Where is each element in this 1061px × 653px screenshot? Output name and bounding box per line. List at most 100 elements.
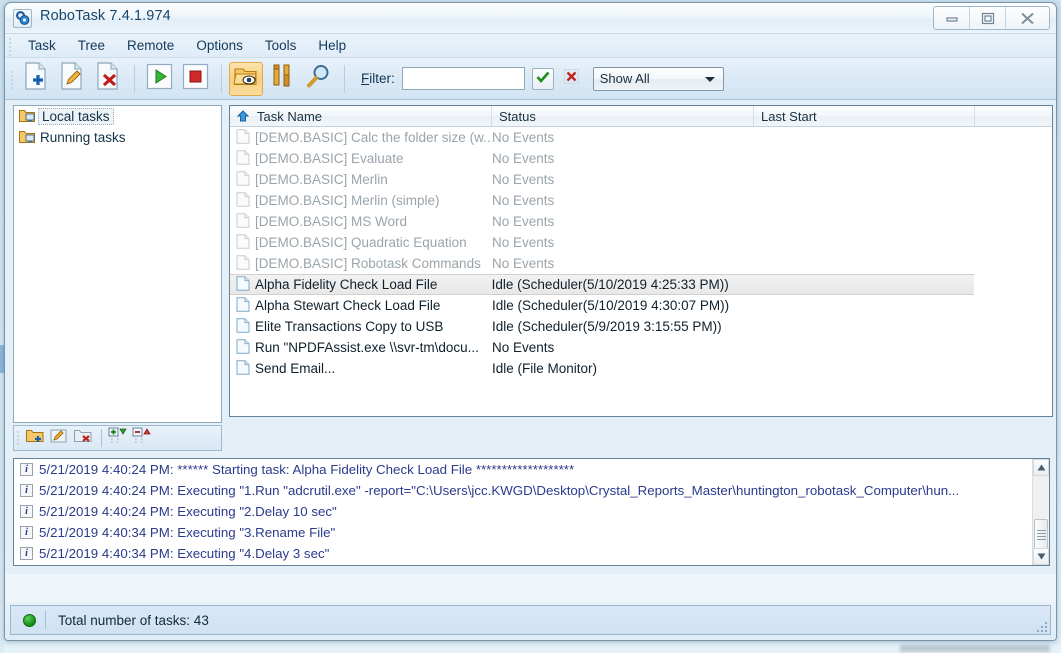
task-name-cell: [DEMO.BASIC] Evaluate bbox=[230, 150, 492, 168]
column-header-last-start[interactable]: Last Start bbox=[754, 106, 975, 126]
task-name-cell: Run "NPDFAssist.exe \\svr-tm\docu... bbox=[230, 339, 492, 357]
menu-grip-icon[interactable] bbox=[9, 38, 13, 54]
resize-grip-icon[interactable] bbox=[1035, 620, 1047, 632]
log-scrollbar[interactable] bbox=[1032, 459, 1049, 565]
red-x-icon bbox=[564, 69, 579, 89]
table-row[interactable]: [DEMO.BASIC] Robotask CommandsNo Events bbox=[230, 253, 1052, 274]
menu-item-tree[interactable]: Tree bbox=[67, 36, 116, 55]
task-list-rows: [DEMO.BASIC] Calc the folder size (w...N… bbox=[230, 127, 1052, 379]
log-entry[interactable]: i5/21/2019 4:40:24 PM: Executing "1.Run … bbox=[14, 480, 1032, 501]
log-entry-text: 5/21/2019 4:40:34 PM: Executing "3.Renam… bbox=[39, 525, 335, 540]
table-row[interactable]: Alpha Stewart Check Load FileIdle (Sched… bbox=[230, 295, 1052, 316]
column-header-extra[interactable] bbox=[975, 106, 1052, 126]
magnifier-icon bbox=[305, 63, 332, 95]
delete-folder-button[interactable] bbox=[72, 428, 94, 448]
table-row[interactable]: [DEMO.BASIC] MS WordNo Events bbox=[230, 211, 1052, 232]
green-check-icon bbox=[536, 70, 550, 88]
delete-task-button[interactable] bbox=[91, 62, 125, 96]
task-status-cell: No Events bbox=[492, 172, 754, 187]
tree-item-label: Local tasks bbox=[38, 108, 114, 125]
chevron-down-icon bbox=[705, 77, 715, 82]
folder-computer-icon bbox=[19, 129, 35, 147]
task-document-icon bbox=[236, 297, 250, 315]
task-document-icon bbox=[236, 129, 250, 147]
task-name-label: Alpha Stewart Check Load File bbox=[255, 298, 440, 313]
tree-item-local-tasks[interactable]: Local tasks bbox=[14, 106, 221, 127]
scrollbar-thumb[interactable] bbox=[1034, 519, 1048, 551]
minimize-button[interactable] bbox=[934, 7, 970, 29]
menu-item-options[interactable]: Options bbox=[185, 36, 254, 55]
task-name-label: Alpha Fidelity Check Load File bbox=[255, 277, 437, 292]
edit-folder-button[interactable] bbox=[48, 428, 70, 448]
edit-task-button[interactable] bbox=[55, 62, 89, 96]
new-task-button[interactable] bbox=[19, 62, 53, 96]
close-button[interactable] bbox=[1006, 7, 1049, 29]
log-entry[interactable]: i 5/21/2019 4:40:34 PM: Executing "3.Rena… bbox=[14, 522, 1032, 543]
table-row[interactable]: [DEMO.BASIC] Merlin (simple)No Events bbox=[230, 190, 1052, 211]
log-panel: i 5/21/2019 4:40:24 PM: ****** Starting t… bbox=[13, 458, 1050, 566]
table-row[interactable]: [DEMO.BASIC] Calc the folder size (w...N… bbox=[230, 127, 1052, 148]
table-row[interactable]: [DEMO.BASIC] Quadratic EquationNo Events bbox=[230, 232, 1052, 253]
table-row[interactable]: [DEMO.BASIC] MerlinNo Events bbox=[230, 169, 1052, 190]
run-task-button[interactable] bbox=[142, 62, 176, 96]
show-filter-dropdown[interactable]: Show All bbox=[593, 67, 724, 91]
show-filter-value: Show All bbox=[594, 71, 650, 86]
menu-item-tools[interactable]: Tools bbox=[254, 36, 308, 55]
restore-button[interactable] bbox=[970, 7, 1006, 29]
task-name-cell: [DEMO.BASIC] Calc the folder size (w... bbox=[230, 129, 492, 147]
tree-toolbar-grip-icon[interactable] bbox=[17, 431, 21, 447]
column-header-task-name[interactable]: Task Name bbox=[230, 106, 492, 126]
task-status-cell: No Events bbox=[492, 130, 754, 145]
table-row[interactable]: Run "NPDFAssist.exe \\svr-tm\docu...No E… bbox=[230, 337, 1052, 358]
filter-input[interactable] bbox=[402, 67, 525, 90]
title-bar[interactable]: RoboTask 7.4.1.974 bbox=[5, 3, 1056, 34]
tools-button[interactable] bbox=[265, 62, 299, 96]
log-entry[interactable]: i5/21/2019 4:40:37 PM: Executing "5.Send… bbox=[14, 564, 1032, 565]
view-task-properties-button[interactable] bbox=[229, 62, 263, 96]
task-name-label: Elite Transactions Copy to USB bbox=[255, 319, 443, 334]
tree-toolbar bbox=[13, 425, 222, 451]
table-row[interactable]: Send Email...Idle (File Monitor) bbox=[230, 358, 1052, 379]
info-icon: i bbox=[20, 526, 33, 539]
add-folder-button[interactable] bbox=[24, 428, 46, 448]
task-name-label: Run "NPDFAssist.exe \\svr-tm\docu... bbox=[255, 340, 479, 355]
table-row[interactable]: [DEMO.BASIC] EvaluateNo Events bbox=[230, 148, 1052, 169]
task-document-icon bbox=[236, 276, 250, 294]
expand-all-button[interactable] bbox=[107, 428, 129, 448]
menu-item-remote[interactable]: Remote bbox=[116, 36, 185, 55]
toolbar-separator-3 bbox=[344, 65, 345, 93]
tools-icon bbox=[271, 63, 293, 94]
filter-label: Filter: bbox=[361, 71, 395, 86]
apply-filter-button[interactable] bbox=[532, 68, 554, 90]
menu-item-task[interactable]: Task bbox=[17, 36, 67, 55]
task-status-cell: Idle (Scheduler(5/9/2019 3:15:55 PM)) bbox=[492, 319, 754, 334]
status-bar-inner: Total number of tasks: 43 bbox=[10, 605, 1051, 635]
log-entry-text: 5/21/2019 4:40:24 PM: ****** Starting ta… bbox=[39, 462, 574, 477]
tree-item-running-tasks[interactable]: Running tasks bbox=[14, 127, 221, 148]
task-document-icon bbox=[236, 171, 250, 189]
task-status-cell: Idle (Scheduler(5/10/2019 4:25:33 PM)) bbox=[492, 277, 754, 292]
toolbar-grip-icon[interactable] bbox=[11, 71, 15, 87]
scroll-up-arrow-icon[interactable] bbox=[1033, 459, 1049, 476]
clear-filter-button[interactable] bbox=[561, 68, 583, 90]
menu-bar: Task Tree Remote Options Tools Help bbox=[5, 34, 1056, 58]
stop-task-button[interactable] bbox=[178, 62, 212, 96]
scroll-down-arrow-icon[interactable] bbox=[1033, 548, 1049, 565]
log-entry[interactable]: i5/21/2019 4:40:24 PM: Executing "2.Dela… bbox=[14, 501, 1032, 522]
table-row[interactable]: Alpha Fidelity Check Load File Idle (Sche… bbox=[230, 274, 974, 295]
column-header-status[interactable]: Status bbox=[492, 106, 754, 126]
collapse-all-button[interactable] bbox=[131, 428, 153, 448]
log-entry-text: 5/21/2019 4:40:24 PM: Executing "1.Run "… bbox=[39, 483, 959, 498]
task-status-cell: No Events bbox=[492, 256, 754, 271]
log-entry[interactable]: i5/21/2019 4:40:34 PM: Executing "4.Dela… bbox=[14, 543, 1032, 564]
task-name-cell: [DEMO.BASIC] Merlin bbox=[230, 171, 492, 189]
task-document-icon bbox=[236, 213, 250, 231]
search-button[interactable] bbox=[301, 62, 335, 96]
main-toolbar: Filter: Show All bbox=[5, 58, 1056, 100]
task-name-label: [DEMO.BASIC] MS Word bbox=[255, 214, 407, 229]
task-name-cell: Elite Transactions Copy to USB bbox=[230, 318, 492, 336]
table-row[interactable]: Elite Transactions Copy to USB Idle (Sche… bbox=[230, 316, 1052, 337]
log-entry[interactable]: i5/21/2019 4:40:24 PM: ****** Starting t… bbox=[14, 459, 1032, 480]
menu-item-help[interactable]: Help bbox=[307, 36, 357, 55]
task-name-label: [DEMO.BASIC] Quadratic Equation bbox=[255, 235, 467, 250]
